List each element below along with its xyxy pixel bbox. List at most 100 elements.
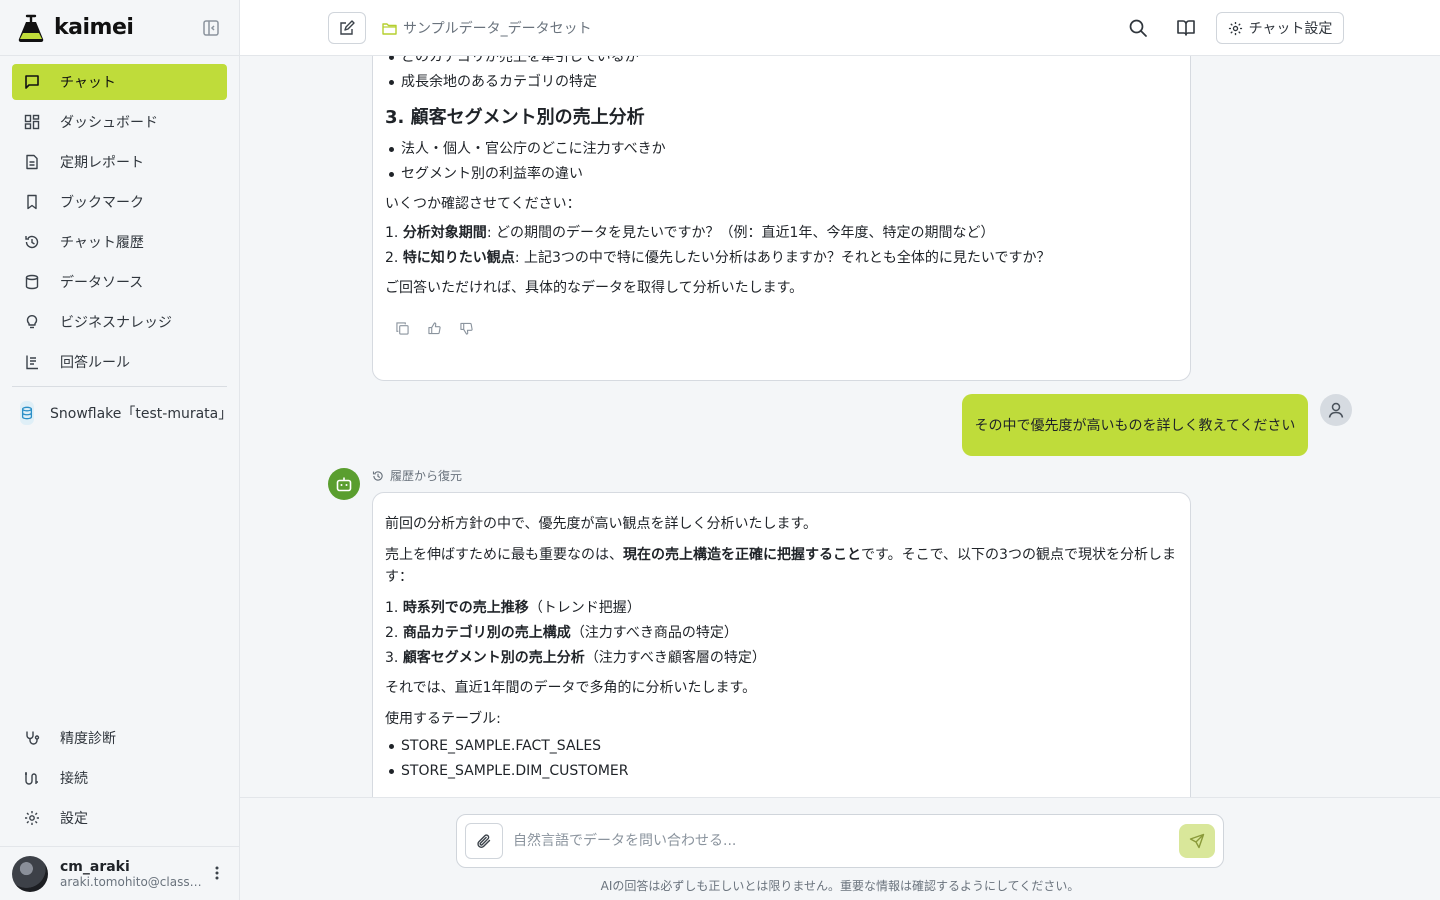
user-profile[interactable]: cm_araki araki.tomohito@classmethod.jp	[0, 846, 239, 900]
more-vertical-icon[interactable]	[209, 865, 225, 881]
list-item: STORE_SAMPLE.DIM_CUSTOMER	[385, 759, 1178, 784]
kaimei-logo-icon[interactable]	[16, 12, 46, 44]
thumbs-down-icon[interactable]	[457, 319, 475, 337]
restored-from-history-label: 履歴から復元	[372, 467, 462, 484]
history-icon	[24, 234, 40, 250]
report-icon	[24, 154, 40, 170]
chat-area[interactable]: どのカテゴリが売上を牽引しているか 成長余地のあるカテゴリの特定 3. 顧客セグ…	[240, 56, 1440, 797]
query-input[interactable]	[513, 829, 1153, 853]
nav-divider	[12, 386, 227, 387]
dashboard-icon	[24, 114, 40, 130]
sidebar-item-label: ビジネスナレッジ	[60, 315, 172, 331]
edit-icon	[340, 20, 355, 35]
database-icon	[24, 274, 40, 290]
user-info: cm_araki araki.tomohito@classmethod.jp	[60, 859, 205, 889]
bookmark-icon	[24, 194, 40, 210]
list-item: 法人・個人・官公庁のどこに注力すべきか	[385, 137, 1178, 162]
sidebar-item-chat[interactable]: チャット	[12, 64, 227, 100]
book-open-icon[interactable]	[1174, 16, 1198, 40]
dataset-selector[interactable]: サンプルデータ_データセット	[382, 18, 592, 38]
new-chat-button[interactable]	[328, 12, 366, 44]
sidebar-item-label: 接続	[60, 771, 88, 787]
segment-bullets: 法人・個人・官公庁のどこに注力すべきか セグメント別の利益率の違い	[385, 137, 1178, 187]
thumbs-up-icon[interactable]	[425, 319, 443, 337]
sidebar-item-label: 精度診断	[60, 731, 116, 747]
category-bullets: どのカテゴリが売上を牽引しているか 成長余地のあるカテゴリの特定	[385, 56, 1178, 95]
top-header: サンプルデータ_データセット チャット設定	[240, 0, 1440, 56]
snowflake-db-icon	[20, 401, 34, 425]
sidebar-item-bookmarks[interactable]: ブックマーク	[12, 184, 227, 220]
chat-settings-label: チャット設定	[1248, 21, 1333, 37]
lightbulb-icon	[24, 314, 40, 330]
structure-text: 売上を伸ばすために最も重要なのは、現在の売上構造を正確に把握することです。そこで…	[385, 547, 1176, 585]
sidebar-item-label: 定期レポート	[60, 155, 144, 171]
sidebar-item-label: 設定	[60, 811, 88, 827]
rules-icon	[24, 354, 40, 370]
user-message-text: その中で優先度が高いものを詳しく教えてください	[974, 418, 1296, 434]
avatar	[12, 855, 48, 892]
sidebar-item-history[interactable]: チャット履歴	[12, 224, 227, 260]
attach-button[interactable]	[465, 823, 503, 859]
sidebar-item-label: チャット	[60, 75, 116, 91]
tables-label: 使用するテーブル:	[385, 711, 501, 727]
collapse-sidebar-icon[interactable]	[202, 19, 220, 37]
copy-icon[interactable]	[393, 319, 411, 337]
connection-icon	[24, 770, 40, 786]
closing-text: ご回答いただければ、具体的なデータを取得して分析いたします。	[385, 280, 804, 296]
list-item: どのカテゴリが売上を牽引しているか	[385, 56, 1178, 70]
sidebar-item-connection[interactable]: 接続	[12, 760, 227, 796]
gear-icon	[24, 810, 40, 826]
list-item: 1. 時系列での売上推移（トレンド把握）	[385, 600, 641, 616]
sidebar-item-rules[interactable]: 回答ルール	[12, 344, 227, 380]
user-name: cm_araki	[60, 858, 130, 875]
message-actions	[385, 319, 1178, 337]
composer-area: AIの回答は必ずしも正しいとは限りません。重要な情報は確認するようにしてください…	[240, 797, 1440, 900]
sidebar-nav: チャット ダッシュボード 定期レポート ブックマーク チャット履歴 データソース…	[0, 56, 239, 439]
user-avatar-icon	[1320, 394, 1352, 426]
list-item: 1. 分析対象期間: どの期間のデータを見たいですか？（例：直近1年、今年度、特…	[385, 225, 995, 241]
sidebar-item-reports[interactable]: 定期レポート	[12, 144, 227, 180]
list-item: STORE_SAMPLE.FACT_SALES	[385, 734, 1178, 759]
user-email: araki.tomohito@classmethod.jp	[60, 874, 205, 889]
assistant-message-card: どのカテゴリが売上を牽引しているか 成長余地のあるカテゴリの特定 3. 顧客セグ…	[372, 56, 1191, 381]
list-item: 2. 特に知りたい観点: 上記3つの中で特に優先したい分析はありますか？それとも…	[385, 250, 1051, 266]
sidebar-item-settings[interactable]: 設定	[12, 800, 227, 836]
list-item: 2. 商品カテゴリ別の売上構成（注力すべき商品の特定）	[385, 625, 738, 641]
sidebar: kaimei チャット ダッシュボード 定期レポート ブックマーク チャット履歴…	[0, 0, 240, 900]
sidebar-item-datasources[interactable]: データソース	[12, 264, 227, 300]
ai-disclaimer: AIの回答は必ずしも正しいとは限りません。重要な情報は確認するようにしてください…	[600, 879, 1080, 893]
chat-icon	[24, 74, 40, 90]
gear-icon	[1228, 21, 1242, 35]
list-item: 3. 顧客セグメント別の売上分析（注力すべき顧客層の特定）	[385, 650, 766, 666]
section-heading: 3. 顧客セグメント別の売上分析	[385, 107, 645, 128]
send-icon	[1189, 833, 1205, 849]
sidebar-item-label: ダッシュボード	[60, 115, 158, 131]
list-item: 成長余地のあるカテゴリの特定	[385, 70, 1178, 95]
sidebar-item-knowledge[interactable]: ビジネスナレッジ	[12, 304, 227, 340]
sidebar-item-label: チャット履歴	[60, 235, 144, 251]
dataset-name: サンプルデータ_データセット	[403, 21, 592, 37]
list-item: セグメント別の利益率の違い	[385, 162, 1178, 187]
search-icon[interactable]	[1126, 16, 1150, 40]
analysis-points: 1. 時系列での売上推移（トレンド把握） 2. 商品カテゴリ別の売上構成（注力す…	[385, 596, 1178, 671]
sidebar-item-label: データソース	[60, 275, 144, 291]
brand-name: kaimei	[54, 15, 134, 40]
stethoscope-icon	[24, 730, 40, 746]
sidebar-item-dashboard[interactable]: ダッシュボード	[12, 104, 227, 140]
user-message-bubble: その中で優先度が高いものを詳しく教えてください	[962, 394, 1308, 456]
folder-icon	[382, 22, 397, 35]
sidebar-item-label: 回答ルール	[60, 355, 130, 371]
plan-text: それでは、直近1年間のデータで多角的に分析いたします。	[385, 680, 757, 696]
sidebar-bottom-nav: 精度診断 接続 設定	[12, 720, 227, 840]
send-button[interactable]	[1179, 824, 1215, 858]
composer	[456, 814, 1224, 868]
chat-settings-button[interactable]: チャット設定	[1216, 12, 1344, 44]
assistant-message-card: 前回の分析方針の中で、優先度が高い観点を詳しく分析いたします。 売上を伸ばすため…	[372, 492, 1191, 797]
datasource-label: Snowflake「test-murata」	[50, 406, 227, 422]
intro-text: 前回の分析方針の中で、優先度が高い観点を詳しく分析いたします。	[385, 516, 818, 532]
datasource-item-snowflake[interactable]: Snowflake「test-murata」	[12, 395, 227, 431]
sidebar-item-label: ブックマーク	[60, 195, 144, 211]
sidebar-item-diagnosis[interactable]: 精度診断	[12, 720, 227, 756]
paperclip-icon	[477, 834, 491, 848]
confirm-intro: いくつか確認させてください：	[385, 196, 581, 212]
